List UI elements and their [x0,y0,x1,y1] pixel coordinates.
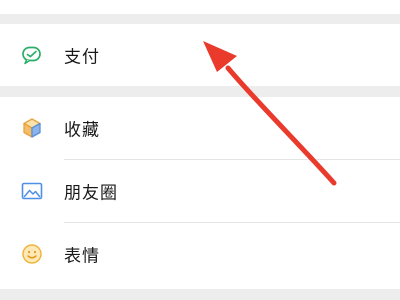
favorites-cube-icon [20,116,44,140]
menu-item-pay[interactable]: 支付 [0,24,400,86]
menu-item-label: 收藏 [64,120,100,141]
wechat-pay-icon [20,43,44,67]
moments-picture-icon [20,179,44,203]
services-section: 收藏 朋友圈 表情 [0,97,400,289]
menu-item-favorites[interactable]: 收藏 [0,97,400,159]
menu-item-label: 支付 [64,47,100,68]
pay-section: 支付 [0,24,400,86]
menu-item-moments[interactable]: 朋友圈 [0,160,400,222]
menu-item-label: 朋友圈 [64,183,118,204]
menu-item-stickers[interactable]: 表情 [0,223,400,285]
top-card-remnant [0,0,400,14]
menu-item-label: 表情 [64,246,100,267]
sticker-smiley-icon [20,242,44,266]
me-page-screen: 支付 收藏 朋友圈 表情 [0,0,400,300]
